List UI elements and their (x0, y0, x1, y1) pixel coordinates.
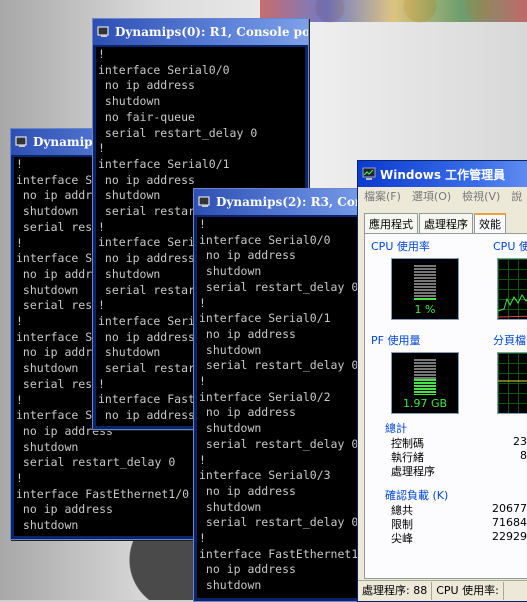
cpu-usage-meter: 1 % (391, 258, 459, 320)
menu-file[interactable]: 檔案(F) (364, 188, 401, 204)
status-process-count: 處理程序: 88 (358, 582, 433, 600)
console-line: interface Serial0/0 (98, 62, 230, 77)
menu-options[interactable]: 選項(O) (412, 188, 451, 204)
menu-help[interactable]: 說 (511, 188, 522, 204)
cpu-meter-empty-bars (414, 265, 436, 301)
taskmgr-tabs: 應用程式 處理程序 效能 (364, 213, 527, 233)
pf-usage-title: PF 使用量 (371, 334, 421, 347)
taskmgr-statusbar: 處理程序: 88 CPU 使用率: (358, 580, 527, 601)
tab-performance[interactable]: 效能 (474, 213, 506, 233)
r3-console-output[interactable]: ! interface Serial0/0 no ip address shutd… (197, 217, 371, 598)
console-app-icon (97, 25, 111, 39)
r1-title: Dynamips(0): R1, Console port (115, 25, 308, 39)
console-line: interface Serial0/2 (199, 389, 331, 404)
r3-title: Dynamips(2): R3, Console port (216, 195, 374, 209)
cpu-history-title: CPU 使 (493, 240, 527, 253)
console-line: shutdown (16, 518, 79, 533)
console-line: ! (199, 374, 206, 389)
console-line: no ip address (199, 248, 296, 263)
pf-history-title: 分頁檔 (493, 334, 526, 347)
console-line: ! (199, 452, 206, 467)
console-line: ! (98, 47, 105, 61)
console-line: shutdown (16, 439, 79, 454)
console-line: serial restart_delay 0 (16, 455, 176, 470)
tab-processes[interactable]: 處理程序 (419, 213, 473, 233)
totals-processes-label: 處理程序 (391, 465, 435, 478)
console-line: shutdown (199, 578, 262, 593)
console-line: interface Serial0/3 (199, 468, 331, 483)
pf-meter-fill (414, 379, 436, 395)
console-line: ! (98, 141, 105, 156)
console-line: serial restart_delay 0 (199, 279, 359, 294)
console-line: no ip address (16, 502, 113, 517)
console-line: shutdown (199, 421, 262, 436)
performance-panel: CPU 使用率 1 % CPU 使 PF 使用量 1.97 GB 分頁檔 總計 … (364, 233, 527, 579)
tab-applications[interactable]: 應用程式 (364, 213, 418, 233)
pf-usage-meter: 1.97 GB (391, 352, 459, 414)
commit-total-value: 20677 (492, 502, 527, 515)
console-line: interface FastEthernet1/0 (16, 486, 190, 501)
task-manager-window[interactable]: Windows 工作管理員 檔案(F) 選項(O) 檢視(V) 說 應用程式 處… (357, 160, 527, 602)
taskmgr-title: Windows 工作管理員 (380, 167, 506, 182)
console-line: shutdown (199, 264, 262, 279)
totals-title: 總計 (385, 422, 407, 435)
task-manager-icon (362, 167, 376, 181)
menu-view[interactable]: 檢視(V) (462, 188, 500, 204)
console-line: serial restart_delay 0 (98, 125, 258, 140)
console-line: serial restart_delay 0 (199, 515, 359, 530)
commit-title: 確認負載 (K) (385, 489, 449, 502)
console-line: serial restart_delay 0 (199, 436, 359, 451)
console-line: ! (199, 531, 206, 546)
pf-history-graph (497, 352, 527, 414)
console-line: serial restart_delay 0 (199, 358, 359, 373)
r3-titlebar[interactable]: Dynamips(2): R3, Console port (194, 189, 374, 215)
status-cpu-usage: CPU 使用率: (432, 582, 504, 600)
taskmgr-menubar: 檔案(F) 選項(O) 檢視(V) 說 (358, 187, 527, 205)
commit-peak-label: 尖峰 (391, 532, 413, 545)
console-line: no ip address (199, 562, 296, 577)
console-line: no ip address (199, 326, 296, 341)
console-line: ! (199, 295, 206, 310)
console-line: shutdown (98, 94, 161, 109)
console-line: ! (16, 471, 23, 486)
console-line: no fair-queue (98, 109, 195, 124)
cpu-usage-title: CPU 使用率 (371, 240, 430, 253)
console-line: ! (199, 217, 206, 231)
commit-limit-value: 71684 (492, 516, 527, 529)
console-line: interface Serial0/1 (199, 311, 331, 326)
console-line: interface Serial0/1 (98, 156, 230, 171)
console-line: interface FastEthernet1/0 (199, 546, 371, 561)
totals-handles-value: 23 (513, 435, 527, 448)
console-line: no ip address (199, 405, 296, 420)
totals-threads-value: 8 (520, 449, 527, 462)
console-line: no ip address (98, 78, 195, 93)
console-line: shutdown (199, 342, 262, 357)
console-line: no ip address (98, 172, 195, 187)
r1-titlebar[interactable]: Dynamips(0): R1, Console port (93, 19, 308, 45)
console-line: shutdown (199, 499, 262, 514)
console-app-icon (198, 195, 212, 209)
console-line: interface Serial0/0 (199, 232, 331, 247)
console-window-r3[interactable]: Dynamips(2): R3, Console port !interface… (193, 188, 375, 602)
taskmgr-titlebar[interactable]: Windows 工作管理員 (358, 161, 527, 187)
commit-peak-value: 22929 (492, 530, 527, 543)
cpu-usage-value: 1 % (414, 303, 436, 316)
console-line: no ip address (199, 483, 296, 498)
cpu-meter-fill (414, 298, 436, 301)
console-app-icon (15, 135, 29, 149)
pf-usage-value: 1.97 GB (402, 397, 448, 410)
cpu-history-graph (497, 258, 527, 320)
